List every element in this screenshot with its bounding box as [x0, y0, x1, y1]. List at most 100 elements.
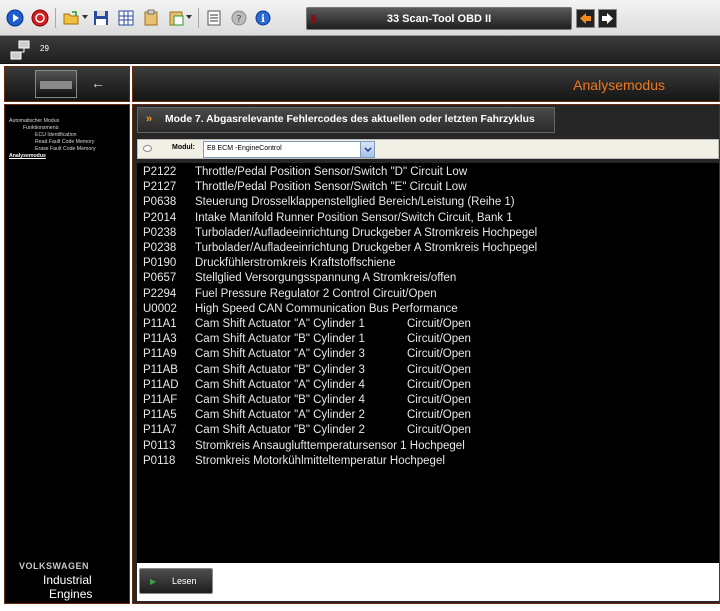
app-title: 33 Scan-Tool OBD II	[386, 12, 492, 25]
fault-description: Turbolader/Aufladeeinrichtung Druckgeber…	[195, 226, 538, 239]
clipboard-icon[interactable]	[142, 9, 160, 27]
fault-code: P0238	[143, 226, 177, 239]
play-icon[interactable]	[6, 9, 24, 27]
brand-name: VOLKSWAGEN	[19, 561, 90, 571]
fault-code: P11AD	[143, 378, 179, 391]
list-icon[interactable]	[205, 9, 223, 27]
fault-description: Stromkreis Motorkühlmitteltemperatur Hoc…	[195, 454, 445, 467]
header-right-panel: Analysemodus	[132, 66, 720, 102]
mode-title: Analysemodus	[573, 77, 665, 93]
fault-status: Circuit/Open	[407, 424, 471, 437]
fault-description: Steuerung Drosselklappenstellglied Berei…	[195, 196, 515, 209]
fault-description: Cam Shift Actuator "A" Cylinder 4	[195, 378, 365, 391]
fault-description: Throttle/Pedal Position Sensor/Switch "E…	[195, 181, 467, 194]
grid-icon[interactable]	[117, 9, 135, 27]
chevron-down-icon[interactable]	[82, 15, 88, 19]
section-header: » Mode 7. Abgasrelevante Fehlercodes des…	[137, 107, 555, 133]
read-button[interactable]: ▶ Lesen	[139, 568, 213, 594]
fault-code-list[interactable]: P2122 Throttle/Pedal Position Sensor/Swit…	[137, 163, 719, 563]
app-title-bar: 33 Scan-Tool OBD II	[306, 7, 572, 30]
fault-status: Circuit/Open	[407, 318, 471, 330]
nav-forward-icon[interactable]	[598, 9, 617, 28]
fault-code: U0002	[143, 302, 177, 315]
fault-description: High Speed CAN Communication Bus Perform…	[195, 302, 458, 315]
fault-status: Circuit/Open	[407, 409, 471, 422]
header-left-panel: ←	[4, 66, 130, 102]
radio-icon[interactable]	[143, 145, 152, 152]
toolbar-separator	[55, 8, 56, 28]
sidebar: Automatischer Modus Funktionsmenü ECU Id…	[4, 104, 130, 604]
fault-code: P0638	[143, 196, 177, 209]
info-icon[interactable]: i	[254, 9, 272, 27]
main-toolbar: ? i 33 Scan-Tool OBD II	[0, 0, 720, 36]
fault-code: P11A3	[143, 333, 177, 346]
fault-description: Stromkreis Ansauglufttemperatursensor 1 …	[195, 439, 465, 452]
sidebar-item-erase-fault-code[interactable]: Erase Fault Code Memory	[35, 146, 96, 152]
stop-icon[interactable]	[31, 9, 49, 27]
paste-icon[interactable]	[167, 9, 185, 27]
save-icon[interactable]	[92, 9, 110, 27]
fault-code: P11A7	[143, 424, 177, 437]
read-button-label: Lesen	[172, 576, 197, 586]
nav-back-icon[interactable]	[576, 9, 595, 28]
fault-description: Cam Shift Actuator "A" Cylinder 1	[195, 318, 365, 330]
fault-description: Stellglied Versorgungsspannung A Stromkr…	[195, 272, 457, 285]
fault-description: Druckfühlerstromkreis Kraftstoffschiene	[195, 257, 396, 270]
toolbar-separator	[198, 8, 199, 28]
svg-text:?: ?	[236, 14, 241, 25]
sidebar-item-automatic-mode[interactable]: Automatischer Modus	[9, 118, 59, 124]
chevron-down-icon[interactable]	[360, 142, 374, 157]
status-bar: 29	[0, 36, 720, 64]
svg-text:i: i	[261, 14, 265, 25]
sidebar-item-analysis-mode[interactable]: Analysemodus	[9, 153, 46, 159]
back-arrow-icon[interactable]: ←	[91, 75, 105, 91]
fault-status: Circuit/Open	[407, 378, 471, 391]
fault-code: P0238	[143, 242, 177, 254]
double-chevron-icon: »	[146, 113, 152, 125]
fault-description: Turbolader/Aufladeeinrichtung Druckgeber…	[195, 242, 538, 254]
main-panel: » Mode 7. Abgasrelevante Fehlercodes des…	[132, 104, 720, 604]
fault-description: Fuel Pressure Regulator 2 Control Circui…	[195, 287, 437, 300]
fault-code: P0113	[143, 439, 176, 452]
module-bar: Modul: E8 ECM -EngineControl	[137, 139, 719, 159]
section-title: Mode 7. Abgasrelevante Fehlercodes des a…	[165, 114, 535, 125]
fault-code: P2127	[143, 181, 177, 194]
fault-code: P11AF	[143, 394, 178, 406]
sidebar-item-ecu-identification[interactable]: ECU Identification	[35, 132, 77, 138]
fault-description: Cam Shift Actuator "A" Cylinder 3	[195, 348, 365, 361]
module-selected-value: E8 ECM -EngineControl	[207, 145, 282, 152]
fault-description: Intake Manifold Runner Position Sensor/S…	[195, 211, 513, 224]
fault-description: Throttle/Pedal Position Sensor/Switch "D…	[195, 166, 468, 178]
module-select[interactable]: E8 ECM -EngineControl	[203, 141, 375, 158]
module-label: Modul:	[172, 144, 195, 151]
fault-code: P0118	[143, 454, 176, 467]
network-icon[interactable]	[10, 40, 32, 65]
open-folder-icon[interactable]	[62, 9, 80, 27]
fault-code: P2294	[143, 287, 177, 300]
action-area: ▶ Lesen	[137, 563, 719, 601]
help-icon[interactable]: ?	[230, 9, 248, 27]
fault-status: Circuit/Open	[407, 363, 471, 376]
fault-code: P2122	[143, 166, 177, 178]
sidebar-item-function-menu[interactable]: Funktionsmenü	[23, 125, 58, 131]
screen-thumbnail-icon[interactable]	[35, 70, 77, 98]
fault-code: P2014	[143, 211, 177, 224]
play-icon: ▶	[150, 577, 157, 586]
title-marker-icon	[311, 15, 316, 23]
fault-code: P0657	[143, 272, 177, 285]
fault-code: P0190	[143, 257, 177, 270]
fault-code: P11A9	[143, 348, 177, 361]
fault-code: P11A5	[143, 409, 177, 422]
brand-line-2: Engines	[49, 587, 93, 601]
sidebar-item-read-fault-code[interactable]: Read Fault Code Memory	[35, 139, 94, 145]
fault-description: Cam Shift Actuator "B" Cylinder 3	[195, 363, 365, 376]
fault-code: P11A1	[143, 318, 177, 330]
brand-line-1: Industrial	[43, 573, 92, 587]
fault-description: Cam Shift Actuator "B" Cylinder 1	[195, 333, 365, 346]
fault-status: Circuit/Open	[407, 333, 471, 346]
fault-code: P11AB	[143, 363, 178, 376]
fault-description: Cam Shift Actuator "B" Cylinder 2	[195, 424, 365, 437]
fault-status: Circuit/Open	[407, 394, 471, 406]
device-counter: 29	[40, 44, 49, 53]
chevron-down-icon[interactable]	[186, 15, 192, 19]
